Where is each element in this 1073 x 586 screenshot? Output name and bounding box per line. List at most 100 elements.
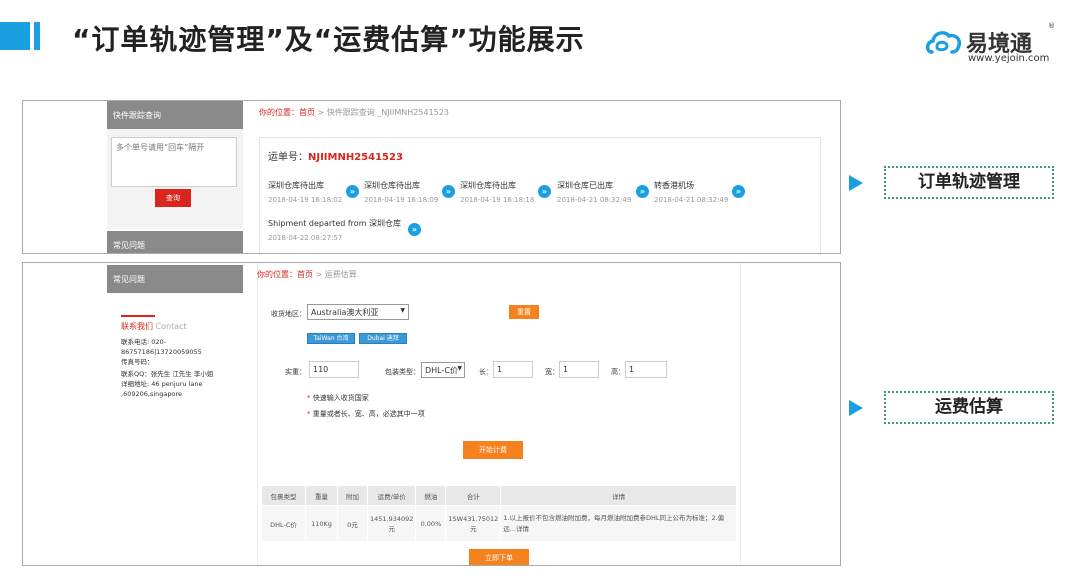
contact-title: 联系我们 Contact <box>121 321 187 332</box>
chevron-right-icon: » <box>346 185 359 198</box>
contact-line: 联系QQ：张先生 江先生 李小姐 <box>121 370 214 378</box>
waybill-number: 运单号：NJIIMNH2541523 <box>268 148 403 163</box>
label-freight-estimate: 运费估算 <box>884 391 1054 424</box>
table-cell: DHL-C价 <box>261 505 306 542</box>
waybill-label: 运单号： <box>268 152 308 163</box>
chevron-down-icon: ▼ <box>457 365 462 372</box>
track-step-time: 2018-04-19 16:18:18 <box>460 196 535 204</box>
breadcrumb-home[interactable]: 首页 <box>299 108 315 117</box>
waybill-value: NJIIMNH2541523 <box>308 152 403 163</box>
track-step-time: 2018-04-19 16:18:02 <box>268 196 343 204</box>
header-accent-bar-thin <box>34 22 40 50</box>
hint-text: * 重量或者长、宽、高，必选其中一项 <box>307 410 425 418</box>
destination-select[interactable]: Australia澳大利亚 ▼ <box>307 304 409 320</box>
contact-line: 联系电话: 020- <box>121 338 167 346</box>
track-step-text: 深圳仓库待出库 <box>460 181 516 190</box>
sidebar-title-tracking: 快件跟踪查询 <box>107 101 243 129</box>
chevron-right-icon: » <box>732 185 745 198</box>
table-cell: 110Kg <box>305 505 338 542</box>
tracking-result: 运单号：NJIIMNH2541523 深圳仓库待出库 2018-04-19 16… <box>259 137 821 253</box>
destination-value: Australia澳大利亚 <box>311 308 379 317</box>
track-step-time: 2018-04-21 08:32:49 <box>557 196 632 204</box>
contact-title-en: Contact <box>155 322 187 331</box>
track-step-time: 2018-04-21 08:32:49 <box>654 196 729 204</box>
weight-label: 实重： <box>285 368 306 376</box>
track-step: 深圳仓库待出库 2018-04-19 16:18:09 <box>364 180 438 204</box>
logo: 易境通 www.yejoin.com ® <box>924 20 1064 70</box>
triangle-right-icon <box>849 175 863 191</box>
length-input[interactable]: 1 <box>493 361 533 378</box>
query-button[interactable]: 查询 <box>155 189 191 207</box>
track-step-time: 2018-04-22 08:27:57 <box>268 234 343 242</box>
table-header: 重量 <box>305 485 338 506</box>
track-step-text: Shipment departed from 深圳仓库 <box>268 219 402 228</box>
freight-screenshot: 常见问题 联系我们 Contact 联系电话: 020- 86757186|13… <box>22 262 841 566</box>
weight-input[interactable]: 110 <box>309 361 359 378</box>
breadcrumb-home[interactable]: 首页 <box>297 270 313 279</box>
breadcrumb-current: > 运费估算 <box>313 270 357 279</box>
package-type-select[interactable]: DHL-C价 ▼ <box>421 362 465 378</box>
table-cell-details[interactable]: 1.以上报价不包含燃油附加费，每月燃油附加费参DHL同上公布为标准；2.偏远..… <box>500 505 737 542</box>
package-type-label: 包装类型： <box>385 368 420 376</box>
breadcrumb-current: > 快件跟踪查询 _NJIIMNH2541523 <box>315 108 449 117</box>
contact-line: 详细地址: 46 penjuru lane <box>121 380 203 388</box>
contact-title-cn: 联系我们 <box>121 322 153 331</box>
track-step: 深圳仓库已出库 2018-04-21 08:32:49 <box>557 180 631 204</box>
destination-label: 收货地区： <box>271 310 306 318</box>
track-step-text: 深圳仓库待出库 <box>364 181 420 190</box>
breadcrumb-prefix: 你的位置： <box>259 108 299 117</box>
start-calculation-button[interactable]: 开始计费 <box>463 441 523 459</box>
track-step-time: 2018-04-19 16:18:09 <box>364 196 439 204</box>
table-header: 燃油 <box>415 485 447 506</box>
chevron-right-icon: » <box>442 185 455 198</box>
chevron-right-icon: » <box>408 223 421 236</box>
table-cell: 1SW431.75012元 <box>445 505 502 542</box>
logo-icon <box>925 31 962 54</box>
track-step-text: 转香港机场 <box>654 181 694 190</box>
region-button-dubai[interactable]: Dubai 迪拜 <box>359 333 407 344</box>
track-step-text: 深圳仓库已出库 <box>557 181 613 190</box>
region-button-taiwan[interactable]: TaiWan 台湾 <box>307 333 355 344</box>
order-now-button[interactable]: 立即下单 <box>469 549 529 565</box>
contact-line: 86757186|13720059055 <box>121 348 202 356</box>
table-cell: 0.00% <box>415 505 447 542</box>
track-step-text: 深圳仓库待出库 <box>268 181 324 190</box>
breadcrumb-prefix: 你的位置： <box>257 270 297 279</box>
chevron-right-icon: » <box>636 185 649 198</box>
table-cell: 0元 <box>337 505 368 542</box>
table-header: 运费/单价 <box>366 485 417 506</box>
chevron-down-icon: ▼ <box>400 307 405 314</box>
tracking-screenshot: 快件跟踪查询 查询 常见问题 你的位置：首页 > 快件跟踪查询 _NJIIMNH… <box>22 100 841 254</box>
package-type-value: DHL-C价 <box>425 366 458 375</box>
track-step: 深圳仓库待出库 2018-04-19 16:18:02 <box>268 180 342 204</box>
freight-result-table: 包裹类型 重量 附加 运费/单价 燃油 合计 详情 DHL-C价 110Kg 0… <box>261 485 737 542</box>
label-order-tracking: 订单轨迹管理 <box>884 166 1054 199</box>
page-title: “订单轨迹管理”及“运费估算”功能展示 <box>72 23 585 56</box>
logo-registered-mark: ® <box>1048 22 1055 30</box>
contact-line: ,609206,singapore <box>121 390 182 398</box>
table-header: 详情 <box>500 485 737 506</box>
track-step: Shipment departed from 深圳仓库 2018-04-22 0… <box>268 218 401 242</box>
table-row: DHL-C价 110Kg 0元 1451.934092元 0.00% 1SW43… <box>261 505 737 542</box>
reset-button[interactable]: 重置 <box>509 305 539 319</box>
breadcrumb: 你的位置：首页 > 快件跟踪查询 _NJIIMNH2541523 <box>259 107 449 118</box>
hint-text: * 快速输入收货国家 <box>307 394 369 402</box>
sidebar-title-faq: 常见问题 <box>107 231 243 253</box>
length-label: 长： <box>479 368 493 376</box>
contact-underline <box>121 315 155 317</box>
breadcrumb: 你的位置：首页 > 运费估算 <box>257 269 357 280</box>
table-header: 附加 <box>337 485 368 506</box>
track-step: 转香港机场 2018-04-21 08:32:49 <box>654 180 728 204</box>
track-step: 深圳仓库待出库 2018-04-19 16:18:18 <box>460 180 534 204</box>
waybill-query-input[interactable] <box>111 137 237 187</box>
table-header: 包裹类型 <box>261 485 306 506</box>
width-input[interactable]: 1 <box>559 361 599 378</box>
chevron-right-icon: » <box>538 185 551 198</box>
table-cell: 1451.934092元 <box>366 505 417 542</box>
height-input[interactable]: 1 <box>625 361 667 378</box>
sidebar-title-faq: 常见问题 <box>107 265 243 293</box>
contact-line: 传真号码： <box>121 358 154 366</box>
header-accent-bar <box>0 22 30 50</box>
logo-url: www.yejoin.com <box>968 53 1050 64</box>
width-label: 宽： <box>545 368 559 376</box>
